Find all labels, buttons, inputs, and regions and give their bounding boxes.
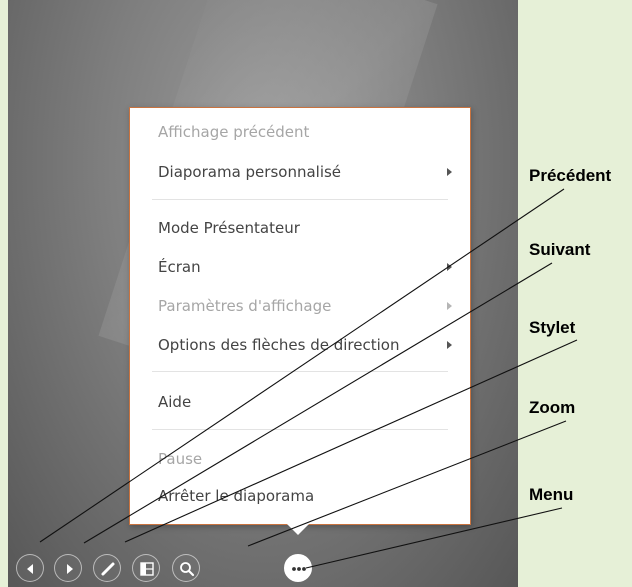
callout-label-menu: Menu — [529, 485, 574, 504]
callout-line-zoom — [247, 420, 567, 547]
callout-label-stylet: Stylet — [529, 318, 576, 337]
callout-label-precedent: Précédent — [529, 166, 612, 185]
callout-line-stylet — [124, 339, 578, 543]
callout-label-suivant: Suivant — [529, 240, 591, 259]
callout-line-suivant — [83, 262, 553, 544]
callout-line-menu — [305, 507, 563, 569]
callout-line-precedent — [39, 188, 565, 543]
callout-label-zoom: Zoom — [529, 398, 576, 417]
